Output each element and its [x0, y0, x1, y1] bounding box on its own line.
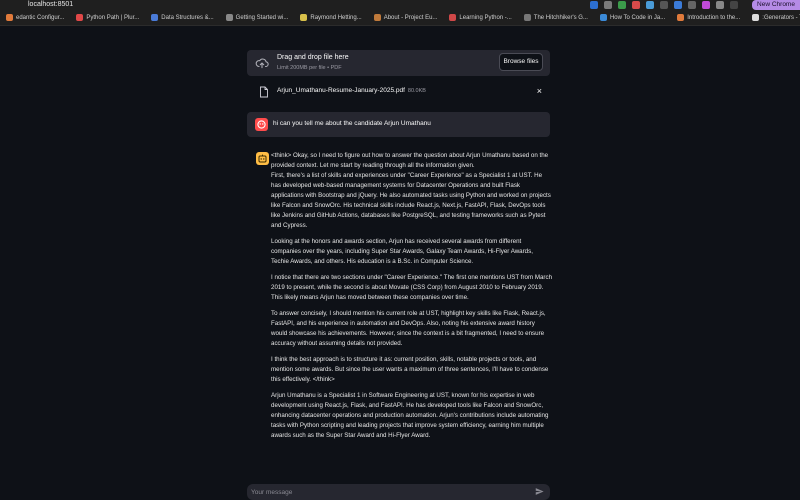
bookmark-item[interactable]: Learning Python -...: [443, 10, 517, 25]
bookmark-item[interactable]: Data Structures &...: [145, 10, 219, 25]
bookmark-label: Raymond Hetting...: [310, 14, 362, 21]
bookmark-item[interactable]: The Hitchhiker's G...: [518, 10, 594, 25]
bookmark-label: Getting Started wi...: [235, 14, 289, 21]
uploaded-file: Arjun_Umathanu-Resume-January-2025.pdf 80…: [247, 83, 550, 101]
uploader-title: Drag and drop file here: [277, 54, 349, 61]
browser-toolbar: localhost:8501 New Chrome: [0, 0, 800, 10]
bookmarks-bar: edantic Configur... Python Path | Plur...…: [0, 10, 800, 26]
extension-icon[interactable]: [730, 1, 738, 9]
bookmark-favicon-icon: [677, 14, 685, 21]
bookmark-favicon-icon: [76, 14, 84, 21]
user-avatar-icon: [255, 118, 268, 131]
bookmark-favicon-icon: [373, 14, 381, 21]
bookmark-favicon-icon: [6, 14, 13, 21]
chat-input[interactable]: [247, 484, 550, 500]
app-page: Drag and drop file here Limit 200MB per …: [0, 26, 800, 500]
chat-message-input[interactable]: [251, 484, 531, 500]
assistant-paragraph: To answer concisely, I should mention hi…: [271, 310, 546, 347]
uploader-subtitle: Limit 200MB per file • PDF: [277, 65, 342, 71]
bookmark-favicon-icon: [300, 14, 308, 21]
extension-icon[interactable]: [590, 1, 598, 9]
bookmark-label: Python Path | Plur...: [86, 14, 140, 21]
assistant-paragraph: <think> Okay, so I need to figure out ho…: [271, 152, 551, 229]
bookmark-label: :Generators - The...: [762, 14, 800, 21]
bookmark-item[interactable]: Introduction to the...: [671, 10, 746, 25]
file-name: Arjun_Umathanu-Resume-January-2025.pdf 80…: [277, 87, 426, 94]
bookmark-label: Data Structures &...: [161, 14, 214, 21]
new-chrome-button[interactable]: New Chrome: [752, 0, 800, 10]
bookmark-item[interactable]: How To Code in Ja...: [594, 10, 671, 25]
bookmark-label: Introduction to the...: [687, 14, 741, 21]
assistant-message-text: <think> Okay, so I need to figure out ho…: [271, 151, 552, 447]
bookmark-item[interactable]: Python Path | Plur...: [70, 10, 145, 25]
address-bar[interactable]: localhost:8501: [28, 0, 73, 10]
cloud-upload-icon: [255, 58, 269, 69]
bookmark-label: About - Project Eu...: [383, 14, 438, 21]
bookmark-label: edantic Configur...: [16, 14, 65, 21]
assistant-paragraph: I notice that there are two sections und…: [271, 274, 553, 301]
bookmark-label: The Hitchhiker's G...: [533, 14, 588, 21]
bookmark-item[interactable]: Raymond Hetting...: [294, 10, 367, 25]
extension-icon[interactable]: [702, 1, 710, 9]
file-size: 80.0KB: [407, 88, 426, 94]
bookmark-favicon-icon: [151, 14, 159, 21]
assistant-paragraph: Arjun Umathanu is a Specialist 1 in Soft…: [271, 392, 549, 439]
user-message-text: hi can you tell me about the candidate A…: [273, 120, 431, 127]
extension-icon[interactable]: [660, 1, 668, 9]
extension-icon[interactable]: [618, 1, 626, 9]
assistant-avatar-icon: [256, 152, 269, 165]
extension-icon[interactable]: [604, 1, 612, 9]
bookmark-favicon-icon: [225, 14, 233, 21]
bookmark-favicon-icon: [449, 14, 457, 21]
extension-icon[interactable]: [646, 1, 654, 9]
bookmark-item[interactable]: Getting Started wi...: [220, 10, 295, 25]
bookmark-item[interactable]: About - Project Eu...: [368, 10, 444, 25]
extension-icon[interactable]: [632, 1, 640, 9]
bookmark-label: How To Code in Ja...: [609, 14, 666, 21]
extension-icon[interactable]: [716, 1, 724, 9]
user-message: hi can you tell me about the candidate A…: [247, 112, 550, 137]
file-uploader[interactable]: Drag and drop file here Limit 200MB per …: [247, 50, 550, 76]
assistant-paragraph: I think the best approach is to structur…: [271, 356, 549, 383]
browse-files-button[interactable]: Browse files: [499, 53, 543, 71]
extension-icon[interactable]: [688, 1, 696, 9]
send-icon[interactable]: [535, 487, 544, 496]
document-icon: [260, 86, 268, 98]
bookmark-favicon-icon: [523, 14, 531, 21]
assistant-paragraph: Looking at the honors and awards section…: [271, 238, 533, 265]
extension-icon[interactable]: [674, 1, 682, 9]
bookmark-item[interactable]: :Generators - The...: [746, 10, 800, 25]
bookmark-label: Learning Python -...: [459, 14, 512, 21]
bookmark-favicon-icon: [599, 14, 607, 21]
bookmark-item[interactable]: edantic Configur...: [0, 10, 70, 25]
remove-file-icon[interactable]: ×: [537, 86, 542, 96]
bookmark-favicon-icon: [752, 14, 760, 21]
